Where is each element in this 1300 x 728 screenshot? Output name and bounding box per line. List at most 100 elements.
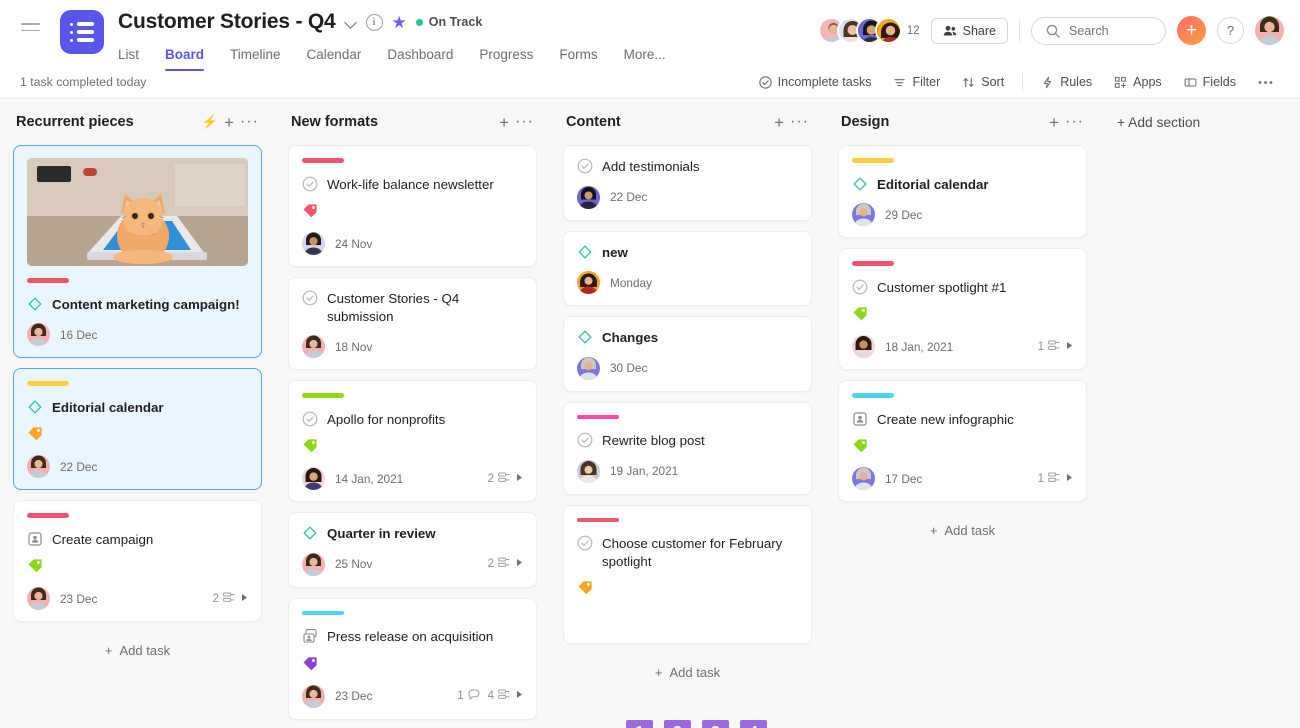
task-card[interactable]: Create new infographic 17 Dec 1: [838, 380, 1087, 503]
task-card[interactable]: Rewrite blog post 19 Jan, 2021: [563, 401, 812, 495]
task-card[interactable]: new Monday: [563, 230, 812, 307]
task-card[interactable]: Choose customer for February spotlight: [563, 504, 812, 645]
profile-avatar[interactable]: [1255, 16, 1284, 45]
task-card[interactable]: Customer spotlight #1 18 Jan, 2021 1: [838, 248, 1087, 371]
expand-icon[interactable]: [516, 473, 523, 485]
add-task-button[interactable]: + Add task: [13, 632, 262, 669]
approval-stack-icon[interactable]: [302, 628, 318, 644]
column-add-task-icon[interactable]: +: [224, 114, 234, 131]
member-avatars[interactable]: 12: [817, 17, 920, 44]
tab-dashboard[interactable]: Dashboard: [374, 43, 466, 71]
help-button[interactable]: ?: [1217, 17, 1244, 44]
assignee-avatar[interactable]: [302, 335, 325, 359]
tab-board[interactable]: Board: [152, 43, 217, 71]
diamond-icon[interactable]: [852, 176, 868, 192]
task-card[interactable]: Work-life balance newsletter 24 Nov: [288, 145, 537, 268]
diamond-icon[interactable]: [577, 329, 593, 345]
assignee-avatar[interactable]: [852, 335, 875, 359]
apps-button[interactable]: Apps: [1105, 71, 1171, 93]
column-add-task-icon[interactable]: +: [499, 114, 509, 131]
diamond-icon[interactable]: [27, 296, 43, 312]
task-card[interactable]: Editorial calendar 29 Dec: [838, 145, 1087, 239]
filter-button[interactable]: Filter: [884, 71, 949, 93]
column-add-task-icon[interactable]: +: [1049, 114, 1059, 131]
star-icon[interactable]: ★: [392, 14, 407, 31]
tab-progress[interactable]: Progress: [466, 43, 546, 71]
task-card[interactable]: Customer Stories - Q4 submission 18 Nov: [288, 277, 537, 371]
assignee-avatar[interactable]: [852, 203, 875, 227]
board-column-recurrent-pieces: Recurrent pieces ⚡ + ··· Content marketi…: [0, 99, 275, 728]
fields-button[interactable]: Fields: [1175, 71, 1245, 93]
assignee-avatar[interactable]: [852, 467, 875, 491]
tab-more[interactable]: More...: [611, 43, 679, 71]
add-button[interactable]: +: [1177, 16, 1206, 45]
check-circle-icon[interactable]: [302, 290, 318, 306]
assignee-avatar[interactable]: [302, 232, 325, 256]
assignee-avatar[interactable]: [577, 271, 600, 295]
column-more-icon[interactable]: ···: [515, 114, 534, 129]
chevron-down-icon[interactable]: [345, 16, 357, 28]
check-circle-icon[interactable]: [577, 535, 593, 551]
approval-icon[interactable]: [852, 411, 868, 427]
check-circle-icon[interactable]: [852, 279, 868, 295]
column-more-icon[interactable]: ···: [240, 114, 259, 129]
incomplete-tasks-button[interactable]: Incomplete tasks: [750, 71, 881, 93]
add-section-button[interactable]: + Add section: [1109, 101, 1208, 144]
add-task-button[interactable]: + Add task: [563, 654, 812, 691]
column-more-icon[interactable]: ···: [1065, 114, 1084, 129]
check-circle-icon[interactable]: [577, 158, 593, 174]
assignee-avatar[interactable]: [302, 684, 325, 708]
toolbar-more-button[interactable]: [1249, 76, 1282, 89]
hamburger-icon[interactable]: [14, 11, 46, 43]
task-card[interactable]: Create campaign 23 Dec 2: [13, 500, 262, 623]
search-input[interactable]: [1031, 16, 1166, 45]
tab-calendar[interactable]: Calendar: [294, 43, 375, 71]
expand-icon[interactable]: [516, 558, 523, 570]
tab-timeline[interactable]: Timeline: [217, 43, 294, 71]
assignee-avatar[interactable]: [577, 185, 600, 209]
tab-forms[interactable]: Forms: [546, 43, 610, 71]
expand-icon[interactable]: [1066, 341, 1073, 353]
task-card[interactable]: Changes 30 Dec: [563, 316, 812, 392]
task-card[interactable]: Quarter in review 25 Nov 2: [288, 512, 537, 588]
status-badge[interactable]: On Track: [415, 15, 482, 29]
tab-list[interactable]: List: [118, 43, 152, 71]
rules-button[interactable]: Rules: [1032, 71, 1101, 93]
card-color-bar: [852, 393, 894, 398]
sort-button[interactable]: Sort: [953, 71, 1013, 93]
task-card[interactable]: Editorial calendar 22 Dec: [13, 368, 262, 491]
diamond-icon[interactable]: [27, 399, 43, 415]
task-card[interactable]: Apollo for nonprofits 14 Jan, 2021 2: [288, 380, 537, 503]
add-task-label: Add task: [119, 643, 171, 659]
expand-icon[interactable]: [516, 690, 523, 702]
add-task-button[interactable]: + Add task: [838, 512, 1087, 549]
diamond-icon[interactable]: [302, 525, 318, 541]
approval-icon[interactable]: [27, 531, 43, 547]
assignee-avatar[interactable]: [27, 587, 50, 611]
assignee-avatar[interactable]: [27, 455, 50, 479]
column-more-icon[interactable]: ···: [790, 114, 809, 129]
avatar[interactable]: [874, 17, 902, 44]
share-button[interactable]: Share: [930, 17, 1008, 44]
expand-icon[interactable]: [1066, 473, 1073, 485]
check-circle-icon[interactable]: [302, 176, 318, 192]
assignee-avatar[interactable]: [27, 323, 50, 347]
card-title: Work-life balance newsletter: [327, 176, 494, 192]
check-circle-icon[interactable]: [577, 432, 593, 448]
info-icon[interactable]: i: [365, 13, 383, 31]
lightning-bolt-icon[interactable]: ⚡: [202, 114, 218, 130]
check-circle-icon[interactable]: [302, 411, 318, 427]
assignee-avatar[interactable]: [577, 459, 600, 483]
expand-icon[interactable]: [241, 593, 248, 605]
assignee-avatar[interactable]: [302, 467, 325, 491]
search-field[interactable]: [1069, 23, 1151, 38]
task-card[interactable]: Press release on acquisition 23 Dec 1 4: [288, 597, 537, 720]
assignee-avatar[interactable]: [302, 552, 325, 576]
column-title: New formats: [291, 114, 379, 130]
assignee-avatar[interactable]: [577, 356, 600, 380]
column-add-task-icon[interactable]: +: [774, 114, 784, 131]
fields-icon: [1184, 76, 1197, 89]
diamond-icon[interactable]: [577, 244, 593, 260]
task-card[interactable]: Add testimonials 22 Dec: [563, 145, 812, 221]
task-card[interactable]: Content marketing campaign! 16 Dec: [13, 145, 262, 359]
